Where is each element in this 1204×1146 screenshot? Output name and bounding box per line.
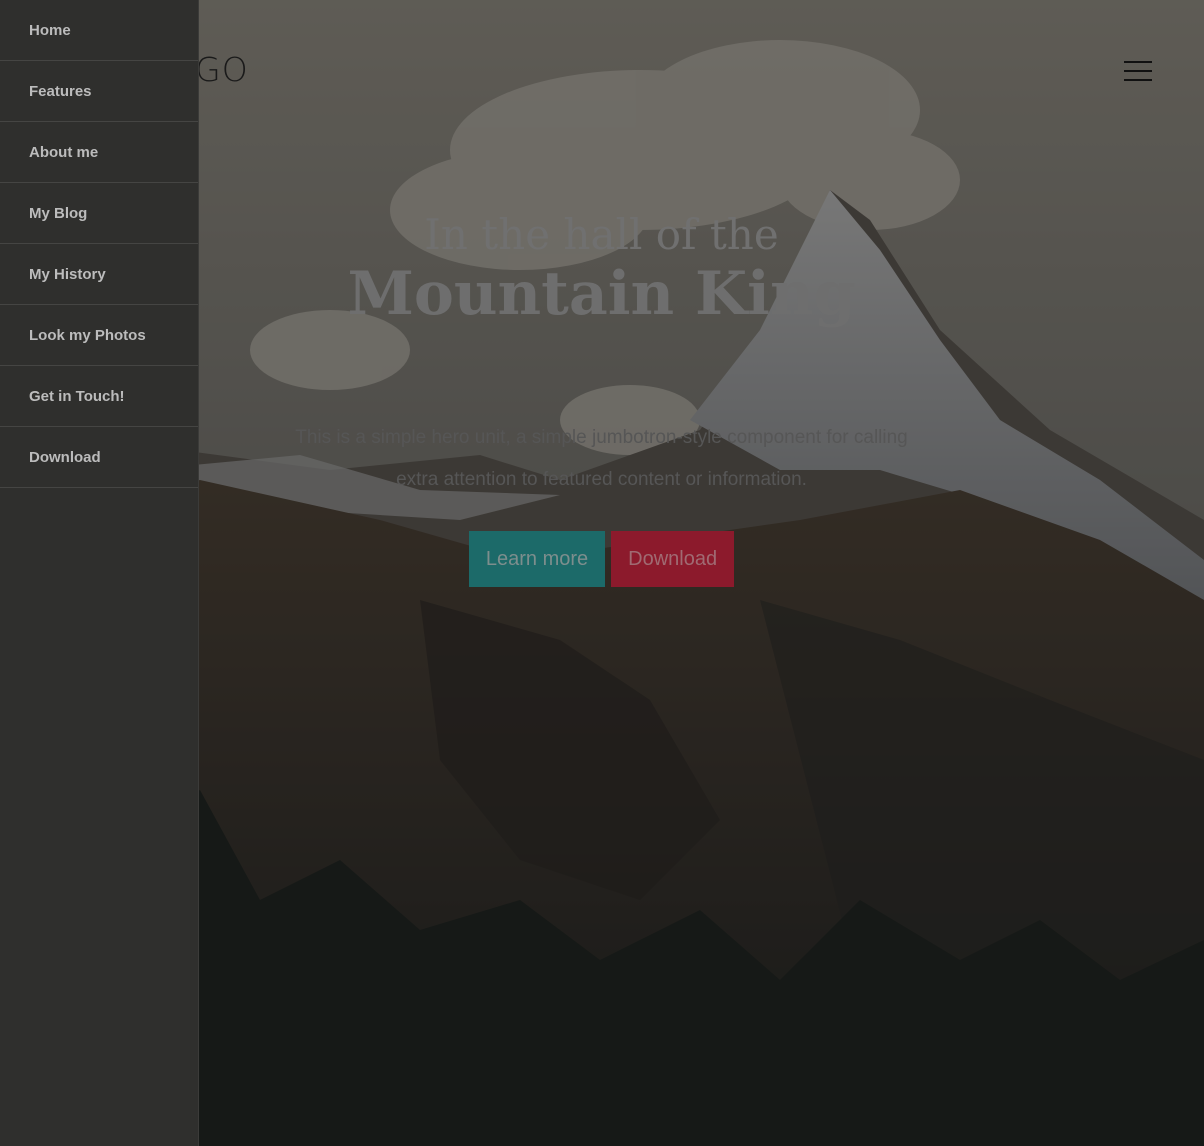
side-menu-link-photos[interactable]: Look my Photos bbox=[0, 305, 198, 366]
side-menu-item-about-me: About me bbox=[0, 122, 198, 183]
side-menu-item-contact: Get in Touch! bbox=[0, 366, 198, 427]
side-menu-link-home[interactable]: Home bbox=[0, 0, 198, 61]
side-menu-link-contact[interactable]: Get in Touch! bbox=[0, 366, 198, 427]
side-menu-item-home: Home bbox=[0, 0, 198, 61]
hero-description: This is a simple hero unit, a simple jum… bbox=[295, 427, 908, 491]
hero-buttons: Learn more Download bbox=[199, 531, 1004, 588]
hamburger-bar bbox=[1124, 61, 1152, 63]
side-menu-link-my-history[interactable]: My History bbox=[0, 244, 198, 305]
hamburger-bar bbox=[1124, 79, 1152, 81]
side-menu-item-my-history: My History bbox=[0, 244, 198, 305]
page: LOGO In the hall of the Mountain King Th… bbox=[0, 0, 1204, 1146]
side-menu-item-download: Download bbox=[0, 427, 198, 488]
side-menu-link-download[interactable]: Download bbox=[0, 427, 198, 488]
side-menu-link-features[interactable]: Features bbox=[0, 61, 198, 122]
hamburger-bar bbox=[1124, 70, 1152, 72]
side-menu-list: Home Features About me My Blog My Histor… bbox=[0, 0, 198, 488]
side-menu-link-about-me[interactable]: About me bbox=[0, 122, 198, 183]
download-button[interactable]: Download bbox=[611, 531, 735, 588]
hero-title: Mountain King bbox=[347, 259, 856, 330]
hero-kicker: In the hall of the bbox=[424, 210, 779, 259]
hamburger-menu-icon[interactable] bbox=[1124, 56, 1154, 88]
hero-section: In the hall of the Mountain King This is… bbox=[199, 210, 1004, 588]
side-menu-link-my-blog[interactable]: My Blog bbox=[0, 183, 198, 244]
side-menu-item-my-blog: My Blog bbox=[0, 183, 198, 244]
learn-more-button[interactable]: Learn more bbox=[468, 531, 606, 588]
side-menu: Home Features About me My Blog My Histor… bbox=[0, 0, 199, 1146]
side-menu-item-features: Features bbox=[0, 61, 198, 122]
side-menu-item-photos: Look my Photos bbox=[0, 305, 198, 366]
